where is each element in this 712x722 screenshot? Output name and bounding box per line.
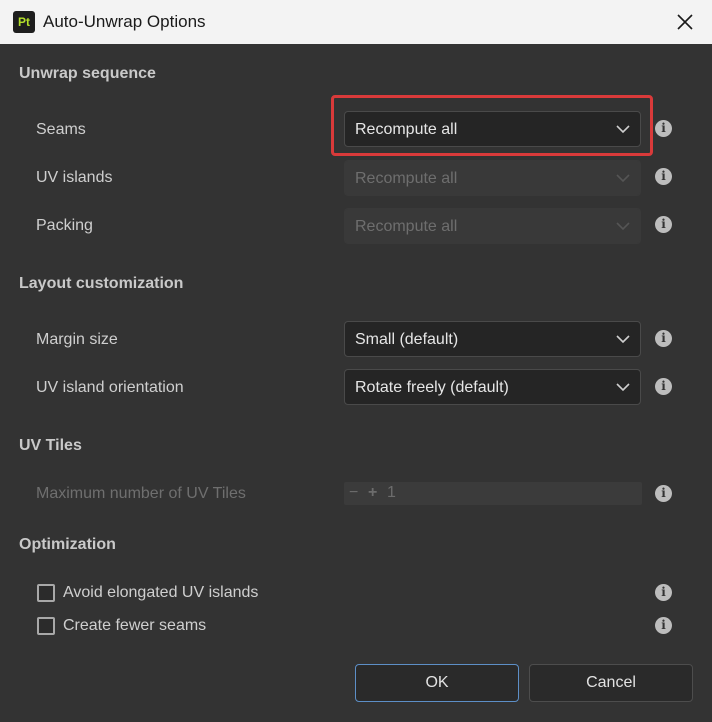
info-icon[interactable]: i — [655, 120, 672, 137]
uv-island-orientation-label: UV island orientation — [36, 379, 184, 396]
title-bar: Pt Auto-Unwrap Options — [0, 0, 712, 44]
section-title-layout-customization: Layout customization — [19, 275, 184, 292]
dialog-body: Unwrap sequence Seams Recompute all i UV… — [0, 44, 712, 722]
margin-size-label: Margin size — [36, 331, 118, 348]
info-icon[interactable]: i — [655, 378, 672, 395]
section-title-unwrap-sequence: Unwrap sequence — [19, 65, 156, 82]
plus-icon: + — [368, 484, 378, 501]
seams-label: Seams — [36, 121, 86, 138]
auto-unwrap-options-dialog: Pt Auto-Unwrap Options Unwrap sequence S… — [0, 0, 712, 722]
chevron-down-icon — [616, 383, 630, 392]
annotation-highlight-box — [331, 95, 653, 156]
ok-button[interactable]: OK — [355, 664, 519, 702]
max-uv-tiles-stepper: − + 1 — [344, 482, 642, 505]
chevron-down-icon — [616, 335, 630, 344]
info-icon[interactable]: i — [655, 216, 672, 233]
uv-islands-dropdown-value: Recompute all — [355, 170, 458, 187]
uv-islands-label: UV islands — [36, 169, 113, 186]
info-icon[interactable]: i — [655, 330, 672, 347]
margin-size-dropdown[interactable]: Small (default) — [344, 321, 641, 357]
chevron-down-icon — [616, 174, 630, 183]
margin-size-dropdown-value: Small (default) — [355, 331, 459, 348]
create-fewer-seams-label[interactable]: Create fewer seams — [63, 617, 206, 635]
dialog-title: Auto-Unwrap Options — [43, 12, 206, 31]
avoid-elongated-checkbox[interactable] — [37, 584, 55, 602]
uv-islands-dropdown: Recompute all — [344, 160, 641, 196]
packing-dropdown-value: Recompute all — [355, 218, 458, 235]
section-title-uv-tiles: UV Tiles — [19, 437, 82, 454]
cancel-button[interactable]: Cancel — [529, 664, 693, 702]
packing-label: Packing — [36, 217, 93, 234]
max-uv-tiles-label: Maximum number of UV Tiles — [36, 485, 246, 502]
uv-island-orientation-dropdown[interactable]: Rotate freely (default) — [344, 369, 641, 405]
uv-island-orientation-dropdown-value: Rotate freely (default) — [355, 379, 509, 396]
avoid-elongated-label[interactable]: Avoid elongated UV islands — [63, 584, 258, 602]
info-icon[interactable]: i — [655, 168, 672, 185]
close-button[interactable] — [670, 8, 700, 36]
painter-app-icon: Pt — [13, 11, 35, 33]
info-icon[interactable]: i — [655, 584, 672, 601]
packing-dropdown: Recompute all — [344, 208, 641, 244]
chevron-down-icon — [616, 222, 630, 231]
max-uv-tiles-value: 1 — [387, 484, 396, 501]
info-icon[interactable]: i — [655, 617, 672, 634]
section-title-optimization: Optimization — [19, 536, 116, 553]
info-icon[interactable]: i — [655, 485, 672, 502]
close-icon — [677, 14, 693, 30]
create-fewer-seams-checkbox[interactable] — [37, 617, 55, 635]
minus-icon: − — [349, 484, 359, 501]
